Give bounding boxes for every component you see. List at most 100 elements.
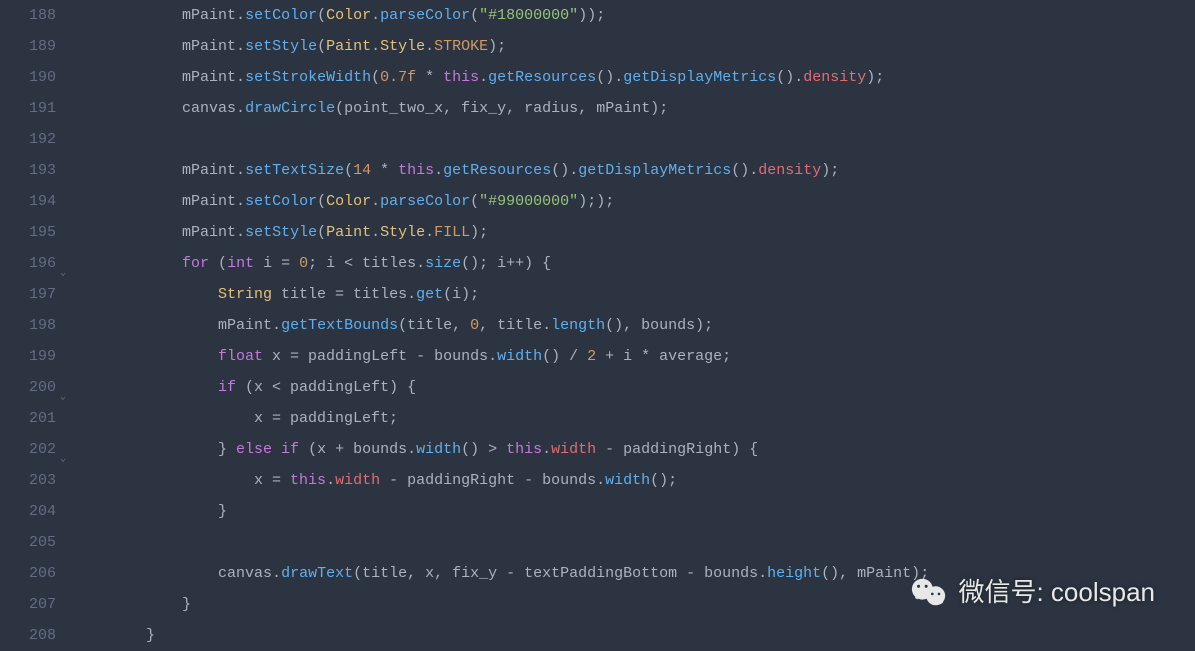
code-token: drawText xyxy=(281,565,353,582)
code-token: setTextSize xyxy=(245,162,344,179)
code-token: mPaint xyxy=(182,193,236,210)
code-token: getResources xyxy=(488,69,596,86)
code-token: (i); xyxy=(443,286,479,303)
code-line[interactable]: String title = titles.get(i); xyxy=(74,279,1195,310)
code-token: getResources xyxy=(443,162,551,179)
code-token: width xyxy=(605,472,650,489)
code-line[interactable]: for (int i = 0; i < titles.size(); i++) … xyxy=(74,248,1195,279)
line-number: 194 xyxy=(8,186,56,217)
code-token: . xyxy=(425,224,434,241)
code-token: (); xyxy=(650,472,677,489)
code-token: . xyxy=(236,224,245,241)
code-token: ( xyxy=(470,7,479,24)
fold-chevron-icon[interactable]: ⌄ xyxy=(60,382,66,413)
code-token: ( xyxy=(344,162,353,179)
code-token: getDisplayMetrics xyxy=(623,69,776,86)
code-token: this xyxy=(506,441,542,458)
code-token: String xyxy=(218,286,272,303)
code-token: "#99000000" xyxy=(479,193,578,210)
line-number: 188 xyxy=(8,0,56,31)
code-line[interactable]: mPaint.setTextSize(14 * this.getResource… xyxy=(74,155,1195,186)
code-line[interactable]: canvas.drawText(title, x, fix_y - textPa… xyxy=(74,558,1195,589)
code-token: this xyxy=(290,472,326,489)
code-editor[interactable]: 188189190191192193194195196⌄197198199200… xyxy=(0,0,1195,651)
code-token: STROKE xyxy=(434,38,488,55)
code-token: width xyxy=(335,472,380,489)
code-line[interactable]: } else if (x + bounds.width() > this.wid… xyxy=(74,434,1195,465)
code-token: mPaint xyxy=(182,224,236,241)
code-line[interactable]: mPaint.setColor(Color.parseColor("#18000… xyxy=(74,0,1195,31)
code-line[interactable]: float x = paddingLeft - bounds.width() /… xyxy=(74,341,1195,372)
line-number: 201 xyxy=(8,403,56,434)
code-token: x = xyxy=(254,472,290,489)
code-token: x = paddingLeft; xyxy=(254,410,398,427)
code-token: . xyxy=(272,317,281,334)
code-token: Color xyxy=(326,193,371,210)
code-token: ( xyxy=(317,224,326,241)
line-number: 191 xyxy=(8,93,56,124)
code-token: "#18000000" xyxy=(479,7,578,24)
code-token: mPaint xyxy=(182,38,236,55)
code-token: point_two_x xyxy=(344,100,443,117)
code-token: width xyxy=(416,441,461,458)
line-number: 206 xyxy=(8,558,56,589)
code-token: ( xyxy=(371,69,380,86)
code-token: } xyxy=(218,441,236,458)
code-token: (title, xyxy=(398,317,470,334)
code-token: ( xyxy=(317,7,326,24)
code-token: () / xyxy=(542,348,587,365)
code-token: Style xyxy=(380,224,425,241)
line-number: 200⌄ xyxy=(8,372,56,403)
code-token: this xyxy=(398,162,434,179)
code-line[interactable] xyxy=(74,527,1195,558)
code-area[interactable]: mPaint.setColor(Color.parseColor("#18000… xyxy=(70,0,1195,651)
code-token: ); xyxy=(470,224,488,241)
code-line[interactable]: } xyxy=(74,496,1195,527)
fold-chevron-icon[interactable]: ⌄ xyxy=(60,258,66,289)
code-token: ); xyxy=(488,38,506,55)
code-line[interactable] xyxy=(74,124,1195,155)
code-token: Paint xyxy=(326,38,371,55)
code-token: getTextBounds xyxy=(281,317,398,334)
line-number: 207 xyxy=(8,589,56,620)
code-line[interactable]: canvas.drawCircle(point_two_x, fix_y, ra… xyxy=(74,93,1195,124)
code-line[interactable]: } xyxy=(74,620,1195,651)
line-number: 189 xyxy=(8,31,56,62)
code-token: ( xyxy=(209,255,227,272)
code-token: 2 xyxy=(587,348,596,365)
code-token: radius xyxy=(524,100,578,117)
code-token: 14 xyxy=(353,162,371,179)
code-line[interactable]: } xyxy=(74,589,1195,620)
code-line[interactable]: x = this.width - paddingRight - bounds.w… xyxy=(74,465,1195,496)
code-token: mPaint xyxy=(218,317,272,334)
code-token: , title. xyxy=(479,317,551,334)
code-token: } xyxy=(182,596,191,613)
code-token: ( xyxy=(317,38,326,55)
code-line[interactable]: mPaint.setStrokeWidth(0.7f * this.getRes… xyxy=(74,62,1195,93)
code-token: setStyle xyxy=(245,224,317,241)
code-token: (). xyxy=(596,69,623,86)
code-token: , xyxy=(443,100,461,117)
code-token: . xyxy=(272,565,281,582)
code-line[interactable]: mPaint.getTextBounds(title, 0, title.len… xyxy=(74,310,1195,341)
code-token: fix_y xyxy=(461,100,506,117)
line-number: 196⌄ xyxy=(8,248,56,279)
code-token: . xyxy=(236,100,245,117)
code-line[interactable]: if (x < paddingLeft) { xyxy=(74,372,1195,403)
code-token: ; i < titles. xyxy=(308,255,425,272)
code-token: 0.7f xyxy=(380,69,416,86)
code-token: ) xyxy=(596,193,605,210)
code-token: . xyxy=(236,69,245,86)
code-token: drawCircle xyxy=(245,100,335,117)
line-number: 198 xyxy=(8,310,56,341)
code-line[interactable]: mPaint.setColor(Color.parseColor("#99000… xyxy=(74,186,1195,217)
code-line[interactable]: mPaint.setStyle(Paint.Style.STROKE); xyxy=(74,31,1195,62)
code-token: x = paddingLeft - bounds. xyxy=(263,348,497,365)
code-token: . xyxy=(236,38,245,55)
code-token: mPaint xyxy=(182,162,236,179)
code-line[interactable]: mPaint.setStyle(Paint.Style.FILL); xyxy=(74,217,1195,248)
fold-chevron-icon[interactable]: ⌄ xyxy=(60,444,66,475)
code-token: int xyxy=(227,255,254,272)
code-token: get xyxy=(416,286,443,303)
code-line[interactable]: x = paddingLeft; xyxy=(74,403,1195,434)
